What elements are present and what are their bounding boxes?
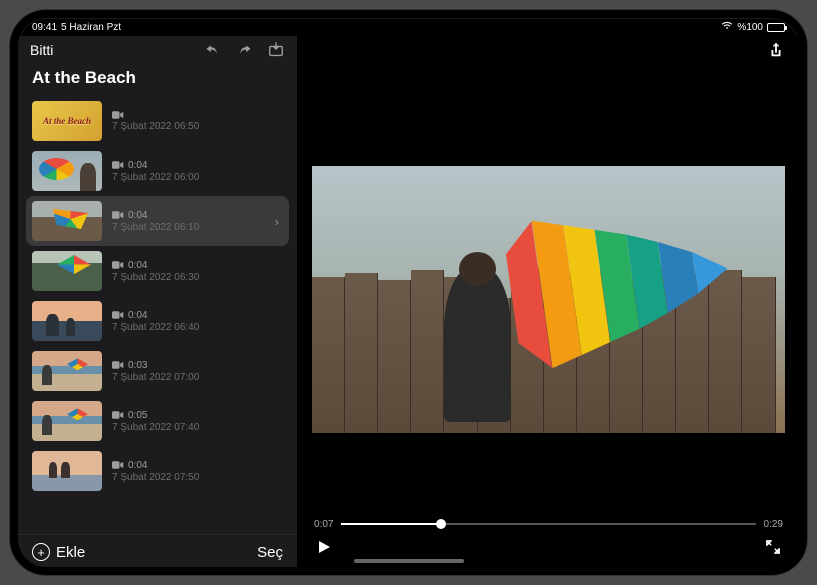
- video-icon: [112, 160, 124, 170]
- fullscreen-button[interactable]: [763, 537, 783, 557]
- import-media-icon[interactable]: [267, 41, 285, 59]
- home-indicator[interactable]: [354, 559, 464, 563]
- clip-thumbnail: [32, 451, 102, 491]
- clip-thumbnail: [32, 301, 102, 341]
- total-time: 0:29: [764, 519, 783, 530]
- clip-meta: 0:047 Şubat 2022 06:40: [112, 310, 283, 333]
- clip-meta: 0:047 Şubat 2022 06:00: [112, 160, 283, 183]
- clip-date: 7 Şubat 2022 07:40: [112, 422, 283, 433]
- clip-meta: 0:047 Şubat 2022 06:30: [112, 260, 283, 283]
- clip-date: 7 Şubat 2022 06:30: [112, 272, 283, 283]
- clip-row[interactable]: 0:047 Şubat 2022 06:40: [26, 296, 289, 346]
- video-icon: [112, 110, 124, 120]
- plus-icon: +: [32, 543, 50, 561]
- clip-date: 7 Şubat 2022 06:10: [112, 222, 283, 233]
- video-icon: [112, 210, 124, 220]
- clip-meta: 7 Şubat 2022 06:50: [112, 110, 283, 132]
- clip-sidebar: Bitti At the Beach At the Beach 7 Şubat 2…: [18, 36, 298, 567]
- clip-date: 7 Şubat 2022 06:40: [112, 322, 283, 333]
- play-button[interactable]: [314, 537, 334, 557]
- clip-thumbnail: [32, 251, 102, 291]
- video-icon: [112, 260, 124, 270]
- video-icon: [112, 360, 124, 370]
- undo-icon[interactable]: [203, 41, 221, 59]
- clip-thumbnail: [32, 151, 102, 191]
- clip-meta: 0:037 Şubat 2022 07:00: [112, 360, 283, 383]
- status-time: 09:41: [32, 22, 57, 33]
- clip-duration: 0:04: [128, 460, 147, 471]
- clip-duration: 0:05: [128, 410, 147, 421]
- clip-duration: 0:04: [128, 210, 147, 221]
- status-date: 5 Haziran Pzt: [61, 22, 121, 33]
- clip-duration: 0:03: [128, 360, 147, 371]
- clip-row[interactable]: 0:057 Şubat 2022 07:40: [26, 396, 289, 446]
- clip-date: 7 Şubat 2022 06:50: [112, 121, 283, 132]
- video-icon: [112, 310, 124, 320]
- clip-row[interactable]: 0:047 Şubat 2022 06:10›: [26, 196, 289, 246]
- clip-thumbnail: At the Beach: [32, 101, 102, 141]
- chevron-right-icon: ›: [275, 214, 279, 229]
- clip-row[interactable]: 0:047 Şubat 2022 06:30: [26, 246, 289, 296]
- clip-date: 7 Şubat 2022 07:00: [112, 372, 283, 383]
- project-title: At the Beach: [18, 64, 297, 96]
- clip-row[interactable]: 0:047 Şubat 2022 07:50: [26, 446, 289, 496]
- clip-duration: 0:04: [128, 260, 147, 271]
- scrubber[interactable]: [341, 517, 755, 531]
- clip-meta: 0:057 Şubat 2022 07:40: [112, 410, 283, 433]
- clip-row[interactable]: At the Beach 7 Şubat 2022 06:50: [26, 96, 289, 146]
- clip-date: 7 Şubat 2022 07:50: [112, 472, 283, 483]
- share-icon[interactable]: [767, 41, 785, 59]
- done-button[interactable]: Bitti: [30, 42, 53, 58]
- video-icon: [112, 410, 124, 420]
- clip-duration: 0:04: [128, 310, 147, 321]
- clip-duration: 0:04: [128, 160, 147, 171]
- redo-icon[interactable]: [235, 41, 253, 59]
- video-preview[interactable]: [312, 166, 785, 432]
- wifi-icon: [721, 21, 733, 33]
- clip-thumbnail: [32, 201, 102, 241]
- clip-date: 7 Şubat 2022 06:00: [112, 172, 283, 183]
- clip-list[interactable]: At the Beach7 Şubat 2022 06:500:047 Şuba…: [18, 96, 297, 534]
- add-clip-button[interactable]: + Ekle: [32, 543, 85, 561]
- clip-meta: 0:047 Şubat 2022 06:10: [112, 210, 283, 233]
- clip-meta: 0:047 Şubat 2022 07:50: [112, 460, 283, 483]
- clip-thumbnail: [32, 351, 102, 391]
- select-button[interactable]: Seç: [257, 544, 283, 561]
- status-bar: 09:41 5 Haziran Pzt %100: [18, 18, 799, 36]
- clip-row[interactable]: 0:047 Şubat 2022 06:00: [26, 146, 289, 196]
- preview-pane: 0:07 0:29: [298, 36, 799, 567]
- video-icon: [112, 460, 124, 470]
- clip-thumbnail: [32, 401, 102, 441]
- current-time: 0:07: [314, 519, 333, 530]
- add-label: Ekle: [56, 544, 85, 561]
- battery-icon: [767, 23, 785, 32]
- clip-row[interactable]: 0:037 Şubat 2022 07:00: [26, 346, 289, 396]
- battery-percent: %100: [737, 22, 763, 33]
